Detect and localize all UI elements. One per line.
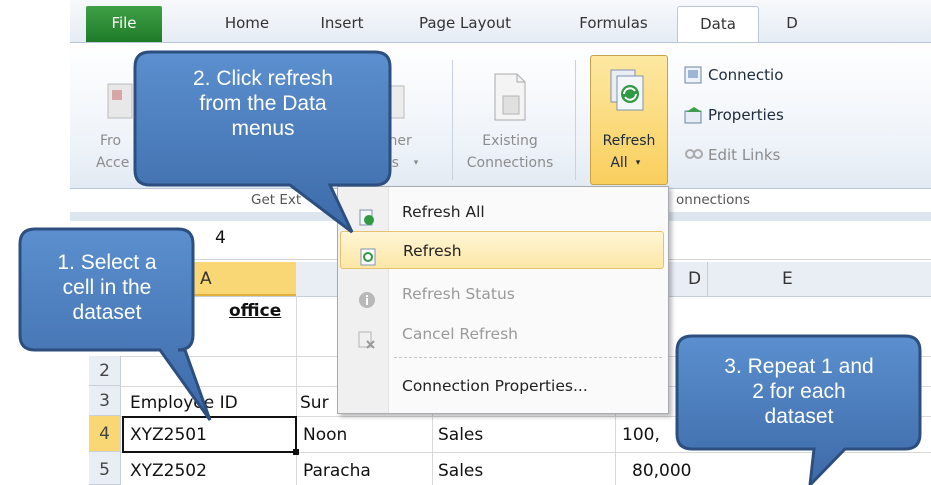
callout-3-line-1: 3. Repeat 1 and bbox=[724, 355, 874, 378]
callout-3-line-2: 2 for each bbox=[752, 380, 846, 403]
excel-window: File Home Insert Page Layout Formulas Da… bbox=[0, 0, 931, 485]
callout-1-text: 1. Select a cell in the dataset bbox=[22, 250, 192, 325]
callout-3-line-3: dataset bbox=[764, 405, 834, 428]
callout-2-line-1: 2. Click refresh bbox=[192, 67, 334, 90]
callout-3-text: 3. Repeat 1 and 2 for each dataset bbox=[680, 354, 918, 429]
callout-2-line-3: menus bbox=[231, 117, 295, 140]
callout-2-line-2: from the Data bbox=[199, 92, 327, 115]
callout-1-line-1: 1. Select a bbox=[57, 251, 157, 274]
callout-2-text: 2. Click refresh from the Data menus bbox=[137, 66, 389, 141]
callout-1-line-3: dataset bbox=[72, 301, 142, 324]
callout-1-line-2: cell in the bbox=[62, 276, 152, 299]
